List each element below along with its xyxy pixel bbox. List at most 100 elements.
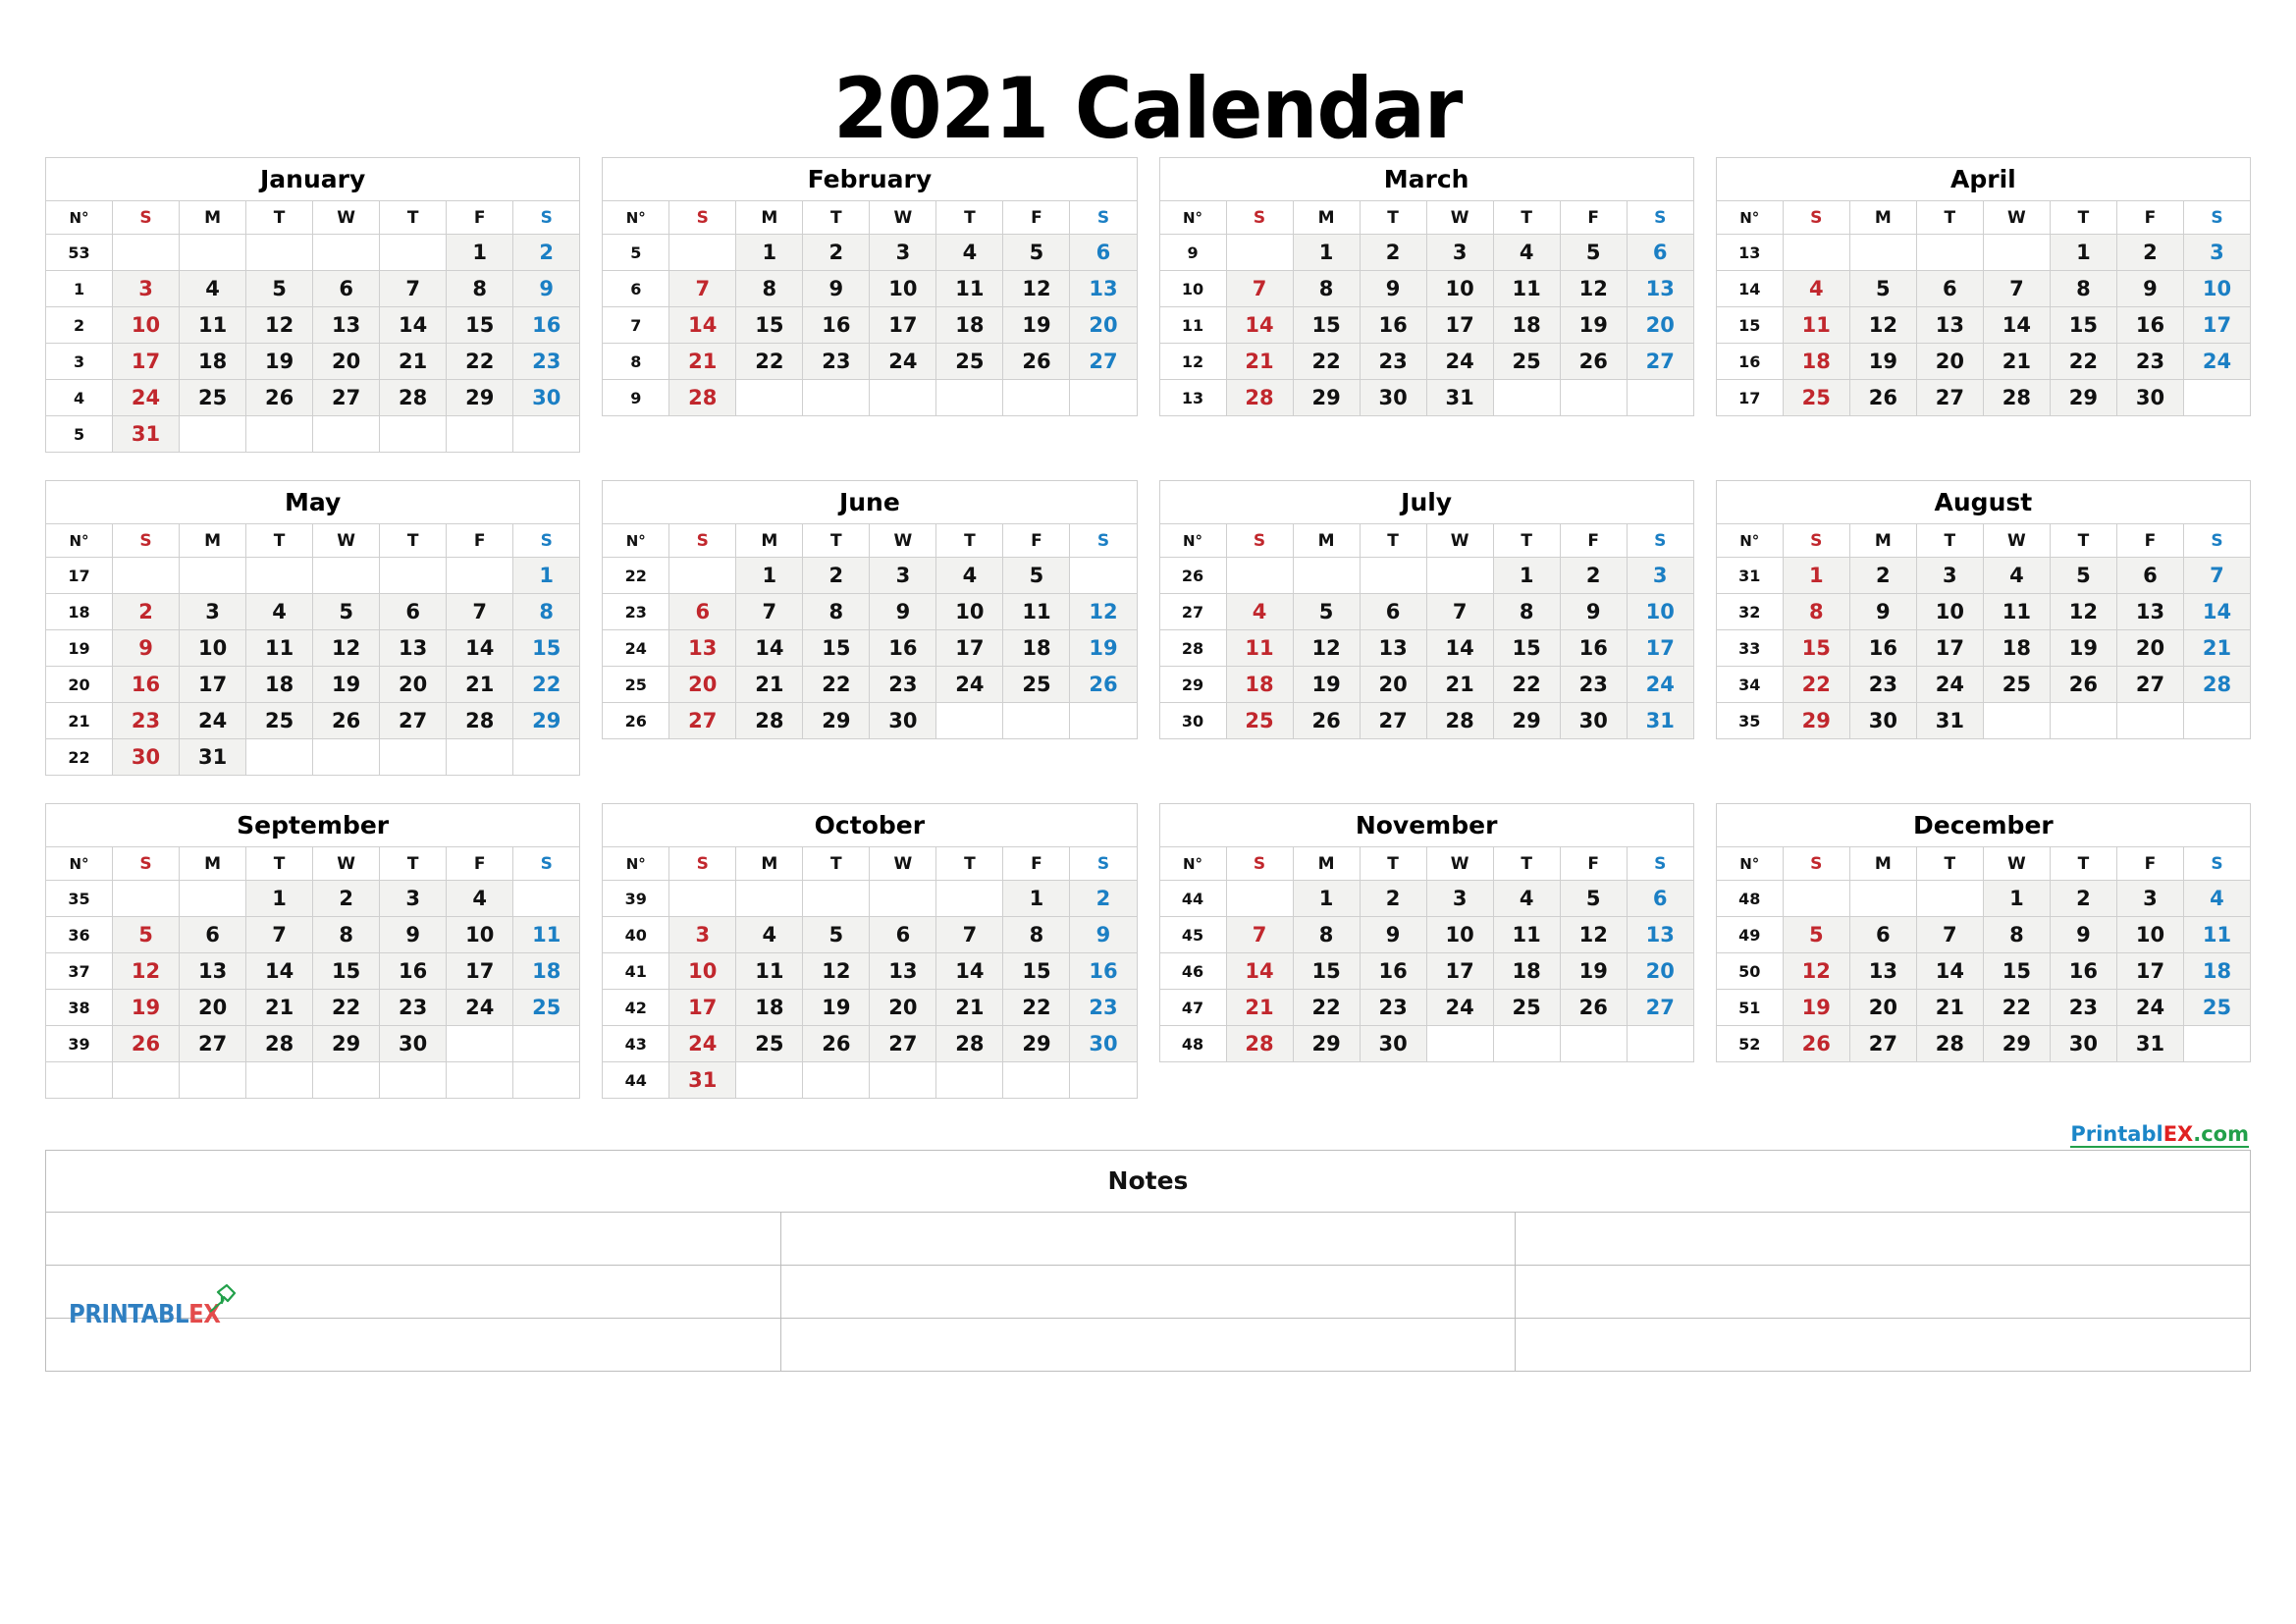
day-cell[interactable]: 29 xyxy=(1292,1025,1361,1062)
day-cell[interactable]: 9 xyxy=(2115,270,2184,307)
day-cell[interactable]: 21 xyxy=(2182,629,2252,667)
day-cell[interactable]: 29 xyxy=(1292,379,1361,416)
day-cell[interactable]: 30 xyxy=(512,379,581,416)
day-cell[interactable]: 28 xyxy=(1915,1025,1984,1062)
day-cell[interactable]: 12 xyxy=(1848,306,1917,344)
day-cell[interactable]: 10 xyxy=(1425,916,1494,953)
day-cell[interactable]: 17 xyxy=(2115,952,2184,990)
day-cell[interactable]: 20 xyxy=(1069,306,1138,344)
day-cell[interactable]: 15 xyxy=(446,306,514,344)
day-cell[interactable]: 8 xyxy=(512,593,581,630)
day-cell[interactable]: 29 xyxy=(1782,702,1850,739)
day-cell[interactable]: 20 xyxy=(668,666,737,703)
day-cell[interactable]: 6 xyxy=(379,593,448,630)
day-cell[interactable]: 5 xyxy=(1559,234,1628,271)
day-cell[interactable]: 25 xyxy=(245,702,314,739)
day-cell[interactable]: 15 xyxy=(802,629,871,667)
notes-cell[interactable] xyxy=(45,1212,781,1266)
day-cell[interactable]: 13 xyxy=(1848,952,1917,990)
day-cell[interactable]: 12 xyxy=(1782,952,1850,990)
day-cell[interactable]: 12 xyxy=(802,952,871,990)
day-cell[interactable]: 15 xyxy=(1292,306,1361,344)
day-cell[interactable]: 30 xyxy=(1559,702,1628,739)
day-cell[interactable]: 24 xyxy=(1626,666,1694,703)
day-cell[interactable]: 22 xyxy=(312,989,381,1026)
day-cell[interactable]: 26 xyxy=(1559,343,1628,380)
day-cell[interactable]: 16 xyxy=(1359,952,1427,990)
day-cell[interactable]: 29 xyxy=(802,702,871,739)
day-cell[interactable]: 1 xyxy=(512,557,581,594)
day-cell[interactable]: 31 xyxy=(112,415,181,453)
day-cell[interactable]: 14 xyxy=(1225,306,1294,344)
day-cell[interactable]: 25 xyxy=(512,989,581,1026)
day-cell[interactable]: 5 xyxy=(2049,557,2117,594)
day-cell[interactable]: 20 xyxy=(1848,989,1917,1026)
day-cell[interactable]: 4 xyxy=(1492,234,1561,271)
day-cell[interactable]: 1 xyxy=(245,880,314,917)
day-cell[interactable]: 5 xyxy=(802,916,871,953)
day-cell[interactable]: 1 xyxy=(1002,880,1071,917)
day-cell[interactable]: 24 xyxy=(179,702,247,739)
day-cell[interactable]: 29 xyxy=(2049,379,2117,416)
day-cell[interactable]: 28 xyxy=(735,702,804,739)
day-cell[interactable]: 18 xyxy=(245,666,314,703)
day-cell[interactable]: 13 xyxy=(179,952,247,990)
day-cell[interactable]: 17 xyxy=(1915,629,1984,667)
day-cell[interactable]: 3 xyxy=(1915,557,1984,594)
day-cell[interactable]: 27 xyxy=(179,1025,247,1062)
day-cell[interactable]: 1 xyxy=(1982,880,2051,917)
day-cell[interactable]: 9 xyxy=(112,629,181,667)
day-cell[interactable]: 3 xyxy=(179,593,247,630)
day-cell[interactable]: 17 xyxy=(1425,952,1494,990)
day-cell[interactable]: 25 xyxy=(1982,666,2051,703)
day-cell[interactable]: 27 xyxy=(379,702,448,739)
day-cell[interactable]: 19 xyxy=(112,989,181,1026)
day-cell[interactable]: 23 xyxy=(869,666,937,703)
day-cell[interactable]: 8 xyxy=(1982,916,2051,953)
day-cell[interactable]: 19 xyxy=(1002,306,1071,344)
day-cell[interactable]: 17 xyxy=(2182,306,2252,344)
day-cell[interactable]: 23 xyxy=(1848,666,1917,703)
day-cell[interactable]: 10 xyxy=(935,593,1004,630)
day-cell[interactable]: 11 xyxy=(245,629,314,667)
day-cell[interactable]: 6 xyxy=(1069,234,1138,271)
day-cell[interactable]: 3 xyxy=(2115,880,2184,917)
day-cell[interactable]: 11 xyxy=(1492,916,1561,953)
day-cell[interactable]: 28 xyxy=(379,379,448,416)
day-cell[interactable]: 25 xyxy=(1225,702,1294,739)
day-cell[interactable]: 21 xyxy=(668,343,737,380)
day-cell[interactable]: 23 xyxy=(2049,989,2117,1026)
day-cell[interactable]: 1 xyxy=(1292,880,1361,917)
printablex-site-link[interactable]: PrintablEX.com xyxy=(2070,1122,2249,1148)
day-cell[interactable]: 23 xyxy=(1359,989,1427,1026)
day-cell[interactable]: 7 xyxy=(379,270,448,307)
notes-cell[interactable] xyxy=(779,1265,1517,1319)
day-cell[interactable]: 21 xyxy=(446,666,514,703)
day-cell[interactable]: 1 xyxy=(1492,557,1561,594)
day-cell[interactable]: 8 xyxy=(1292,916,1361,953)
day-cell[interactable]: 25 xyxy=(1492,989,1561,1026)
day-cell[interactable]: 6 xyxy=(869,916,937,953)
day-cell[interactable]: 14 xyxy=(1225,952,1294,990)
day-cell[interactable]: 17 xyxy=(446,952,514,990)
day-cell[interactable]: 20 xyxy=(1359,666,1427,703)
day-cell[interactable]: 9 xyxy=(512,270,581,307)
day-cell[interactable]: 7 xyxy=(668,270,737,307)
day-cell[interactable]: 22 xyxy=(1492,666,1561,703)
day-cell[interactable]: 23 xyxy=(112,702,181,739)
day-cell[interactable]: 13 xyxy=(1626,270,1694,307)
day-cell[interactable]: 14 xyxy=(446,629,514,667)
day-cell[interactable]: 17 xyxy=(112,343,181,380)
day-cell[interactable]: 4 xyxy=(935,234,1004,271)
day-cell[interactable]: 6 xyxy=(1915,270,1984,307)
day-cell[interactable]: 27 xyxy=(1626,989,1694,1026)
day-cell[interactable]: 7 xyxy=(245,916,314,953)
day-cell[interactable]: 16 xyxy=(2049,952,2117,990)
day-cell[interactable]: 22 xyxy=(2049,343,2117,380)
day-cell[interactable]: 29 xyxy=(312,1025,381,1062)
day-cell[interactable]: 19 xyxy=(1848,343,1917,380)
day-cell[interactable]: 3 xyxy=(112,270,181,307)
day-cell[interactable]: 19 xyxy=(1292,666,1361,703)
day-cell[interactable]: 7 xyxy=(935,916,1004,953)
day-cell[interactable]: 5 xyxy=(1002,557,1071,594)
